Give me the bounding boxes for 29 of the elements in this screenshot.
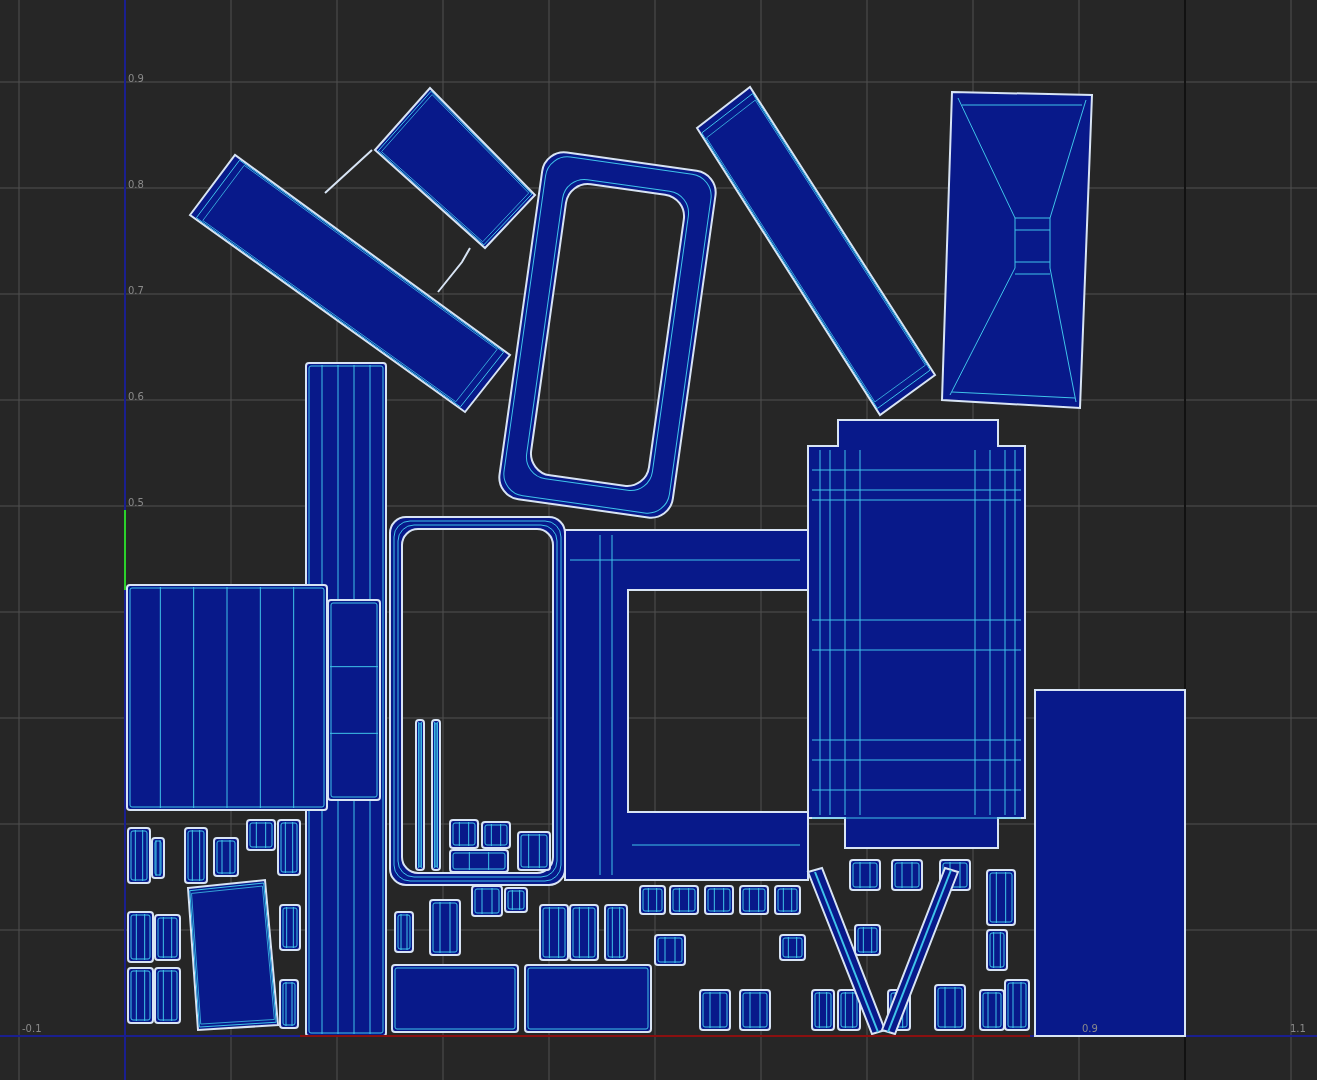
uv-island bbox=[704, 885, 734, 915]
uv-island bbox=[986, 869, 1016, 926]
axis-label: 0.8 bbox=[128, 179, 144, 190]
axis-label: 0.6 bbox=[128, 391, 144, 402]
uv-island bbox=[774, 885, 801, 915]
uv-island bbox=[429, 899, 461, 956]
uv-island bbox=[669, 885, 699, 915]
uv-island bbox=[699, 989, 731, 1031]
uv-island bbox=[569, 904, 599, 961]
uv-island bbox=[539, 904, 569, 961]
axis-label: -0.1 bbox=[22, 1023, 42, 1034]
axis-label: 0.5 bbox=[128, 497, 144, 508]
uv-island bbox=[739, 989, 771, 1031]
uv-island bbox=[1004, 979, 1030, 1031]
uv-island bbox=[986, 929, 1008, 971]
uv-island bbox=[154, 967, 181, 1024]
uv-island bbox=[739, 885, 769, 915]
uv-island bbox=[654, 934, 686, 966]
uv-island bbox=[127, 911, 154, 963]
uv-island bbox=[154, 914, 181, 961]
uv-island bbox=[639, 885, 666, 915]
axis-label: 0.9 bbox=[128, 73, 144, 84]
uv-island bbox=[979, 989, 1005, 1031]
axis-label: 1.1 bbox=[1290, 1023, 1306, 1034]
axis-label: 0.9 bbox=[1082, 1023, 1098, 1034]
axis-label: 0.7 bbox=[128, 285, 144, 296]
uv-island bbox=[394, 911, 414, 953]
uv-island bbox=[127, 967, 154, 1024]
uv-island bbox=[604, 904, 628, 961]
